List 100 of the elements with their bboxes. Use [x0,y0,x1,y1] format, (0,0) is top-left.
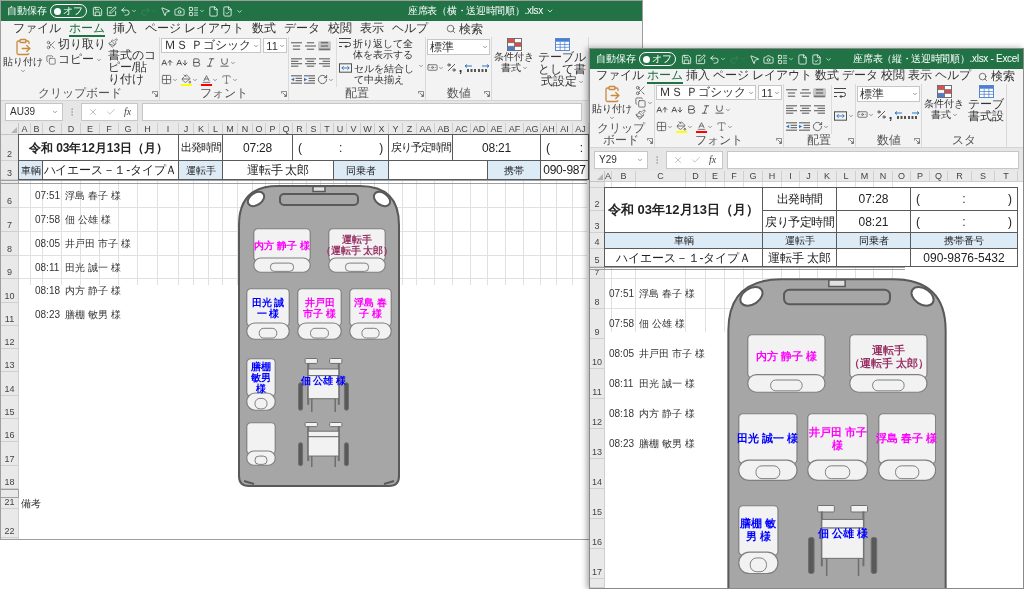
italic-button[interactable] [205,57,216,68]
font-size-field[interactable]: 11 [758,85,782,100]
grow-font-button[interactable] [656,103,668,116]
column-header[interactable]: F [725,171,744,182]
row-header[interactable]: 13 [1,349,19,372]
ribbon-tab[interactable]: 表示 [360,21,385,37]
horizontal-align-button[interactable] [799,105,811,114]
column-header[interactable]: H [138,123,158,135]
column-header[interactable]: AG [524,123,541,135]
column-header[interactable]: K [194,123,209,135]
format-as-table-button[interactable]: テーブルとして書式設定 [537,38,588,87]
wrap-text-button[interactable]: 折り返して全体を表示する [338,38,424,60]
font-color-button[interactable] [696,120,713,133]
insert-function-button[interactable]: fx [709,154,717,166]
row-header[interactable]: 3 [1,161,19,180]
ribbon-tab[interactable]: 挿入 [113,21,137,37]
column-header[interactable]: M [223,123,238,135]
dialog-launcher-icon[interactable] [647,138,653,144]
column-header[interactable]: S [972,171,995,182]
ribbon-tab[interactable]: ファイル [13,21,61,37]
ribbon-tab[interactable]: ヘルプ [935,69,972,84]
horizontal-align-button[interactable] [318,58,330,67]
column-header[interactable]: O [253,123,266,135]
conditional-format-button[interactable]: 条件付き書式 [923,85,966,120]
row-header[interactable]: 21 [1,498,19,509]
row-header[interactable]: 6 [1,184,19,208]
dialog-launcher-icon[interactable] [914,138,921,144]
font-name-field[interactable]: ＭＳ Ｐゴシック [656,85,757,100]
row-header[interactable]: 12 [590,399,605,429]
column-header[interactable]: A [19,123,31,135]
column-header[interactable]: AE [488,123,506,135]
pen-button[interactable] [695,53,706,65]
column-header[interactable]: T [321,123,334,135]
phonetic-button[interactable] [716,121,733,132]
column-header[interactable]: C [636,171,686,182]
font-color-button[interactable] [201,73,218,86]
column-header[interactable]: R [293,123,307,135]
undo-button[interactable] [709,53,726,65]
row-header[interactable]: 12 [1,326,19,349]
file-button[interactable] [208,5,219,17]
vertical-align-button[interactable] [812,87,826,98]
row-header[interactable]: 10 [1,279,19,303]
column-header[interactable]: N [238,123,253,135]
merge-center-button[interactable] [833,111,854,121]
column-header[interactable]: Q [930,171,948,182]
column-header[interactable]: D [686,171,706,182]
underline-button[interactable] [219,57,236,68]
ribbon-tab[interactable]: 表示 [908,69,933,84]
conditional-format-button[interactable]: 条件付き書式 [493,38,536,73]
comma-style-button[interactable]: , [888,108,893,121]
ribbon-tab[interactable]: データ [842,69,879,84]
increase-decimal-button[interactable] [894,110,907,119]
decrease-decimal-button[interactable] [478,63,491,72]
format-painter-button[interactable]: 書式のコピー/貼り付け [108,38,158,85]
row-header[interactable]: 22 [1,509,19,538]
file-check-button[interactable] [222,5,233,17]
ribbon-tab[interactable]: ページ レイアウト [713,69,813,84]
column-header[interactable]: I [158,123,179,135]
percent-button[interactable] [445,62,457,73]
indent-button[interactable] [303,75,315,84]
dialog-launcher-icon[interactable] [775,138,782,144]
dialog-launcher-icon[interactable] [152,91,158,97]
fill-color-button[interactable] [181,73,198,86]
horizontal-align-button[interactable] [813,105,825,114]
column-header[interactable]: AC [453,123,471,135]
row-header[interactable]: 8 [590,279,605,309]
vertical-align-button[interactable] [784,87,798,98]
ribbon-tab[interactable]: 挿入 [686,69,710,84]
undo-button[interactable] [120,5,137,17]
row-header[interactable]: 15 [1,396,19,419]
column-header[interactable]: C [43,123,62,135]
row-header[interactable]: 10 [590,339,605,369]
row-header[interactable]: 16 [1,419,19,442]
column-header[interactable]: T [995,171,1018,182]
column-header[interactable]: E [81,123,100,135]
bold-button[interactable] [191,57,202,68]
name-box[interactable]: Y29 [594,151,648,169]
orientation-button[interactable] [316,74,334,85]
name-box[interactable]: AU39 [5,103,63,121]
caret-icon[interactable] [546,7,554,15]
column-header[interactable]: J [179,123,194,135]
row-header[interactable] [1,180,19,184]
column-header[interactable]: Z [403,123,417,135]
underline-button[interactable] [714,104,731,115]
pen-button[interactable] [106,5,117,17]
row-header[interactable]: 9 [1,256,19,279]
vertical-align-button[interactable] [289,40,303,51]
bold-button[interactable] [686,104,697,115]
column-header[interactable]: AF [506,123,524,135]
column-header[interactable]: D [62,123,81,135]
row-header[interactable] [1,489,19,498]
customize-button[interactable] [236,7,243,15]
dialog-launcher-icon[interactable] [484,91,491,97]
row-header[interactable]: 14 [1,372,19,396]
horizontal-align-button[interactable] [785,105,797,114]
shrink-font-button[interactable] [176,56,188,69]
copy-button[interactable]: コピー [46,53,106,66]
column-header[interactable]: J [800,171,818,182]
cut-button[interactable]: 切り取り [46,38,106,51]
paste-button[interactable]: 貼り付け [2,38,44,74]
